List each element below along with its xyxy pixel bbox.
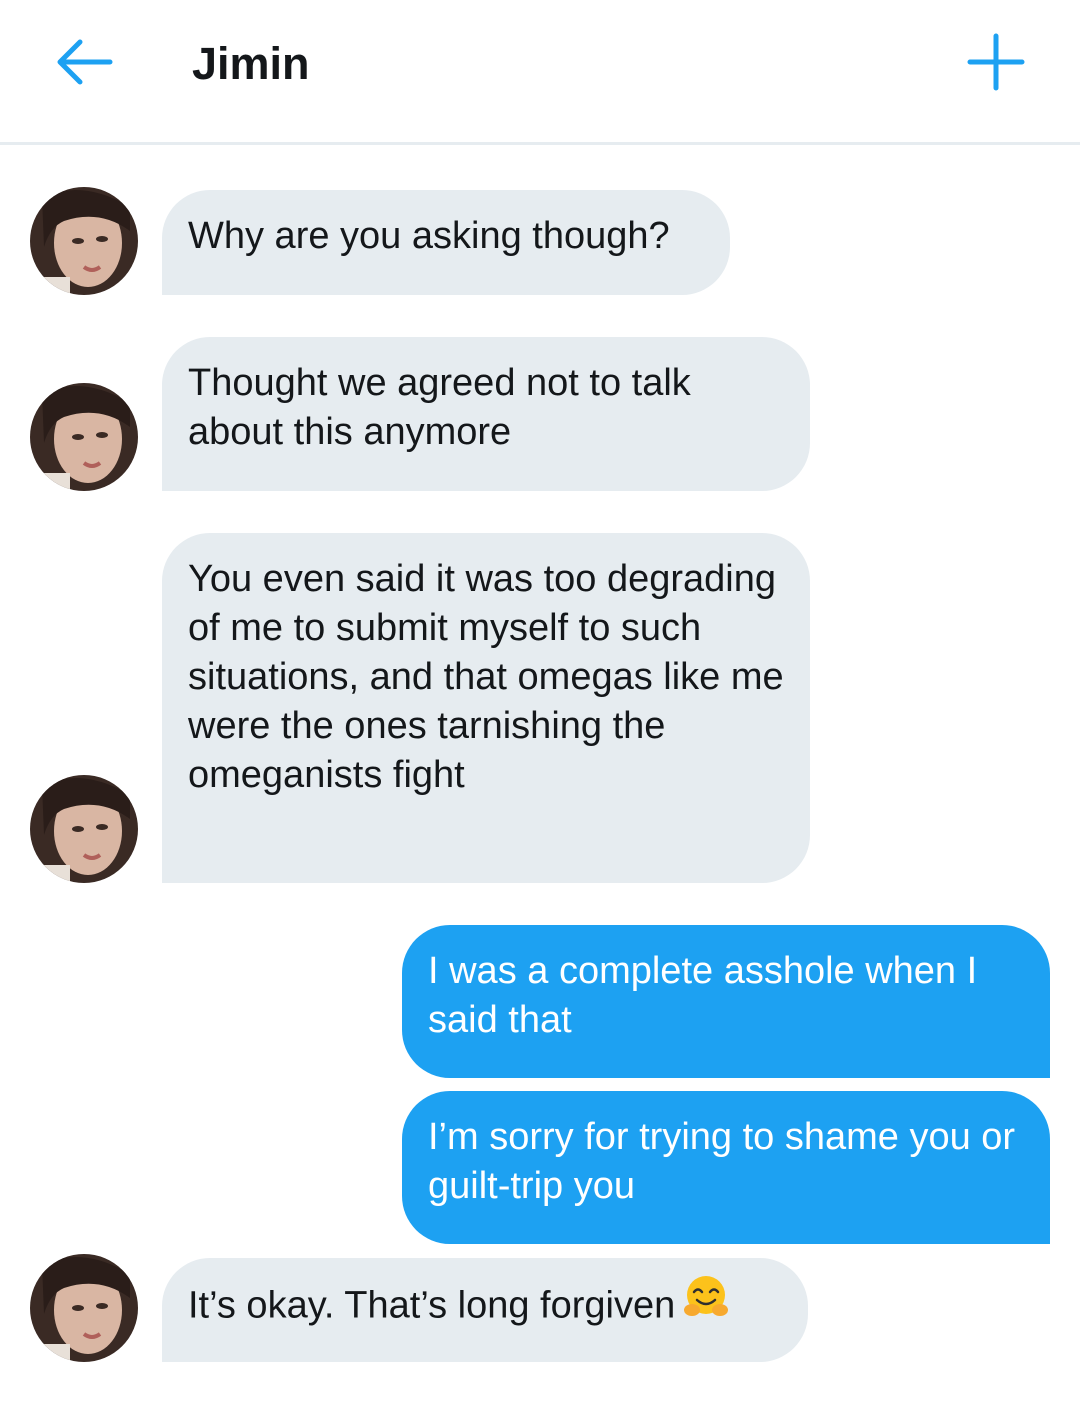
message-text: It’s okay. That’s long forgiven bbox=[188, 1284, 676, 1327]
dm-conversation-screen: Jimin Why are you asking though? Thought… bbox=[0, 0, 1080, 1406]
arrow-left-icon bbox=[57, 39, 113, 85]
avatar[interactable] bbox=[30, 187, 138, 295]
avatar[interactable] bbox=[30, 775, 138, 883]
back-button[interactable] bbox=[52, 34, 116, 90]
outgoing-message[interactable]: I’m sorry for trying to shame you or gui… bbox=[402, 1091, 1050, 1244]
conversation-header: Jimin bbox=[0, 0, 1080, 145]
profile-photo-icon bbox=[30, 187, 138, 295]
new-message-button[interactable] bbox=[964, 30, 1028, 94]
incoming-message[interactable]: It’s okay. That’s long forgiven bbox=[162, 1258, 808, 1362]
plus-icon bbox=[967, 33, 1025, 91]
hugging-face-emoji-icon bbox=[681, 1272, 731, 1335]
incoming-message[interactable]: You even said it was too degrading of me… bbox=[162, 533, 810, 883]
incoming-message[interactable]: Thought we agreed not to talk about this… bbox=[162, 337, 810, 491]
avatar[interactable] bbox=[30, 1254, 138, 1362]
incoming-message[interactable]: Why are you asking though? bbox=[162, 190, 730, 295]
outgoing-message[interactable]: I was a complete asshole when I said tha… bbox=[402, 925, 1050, 1078]
profile-photo-icon bbox=[30, 383, 138, 491]
profile-photo-icon bbox=[30, 775, 138, 883]
profile-photo-icon bbox=[30, 1254, 138, 1362]
conversation-title: Jimin bbox=[192, 38, 310, 89]
avatar[interactable] bbox=[30, 383, 138, 491]
